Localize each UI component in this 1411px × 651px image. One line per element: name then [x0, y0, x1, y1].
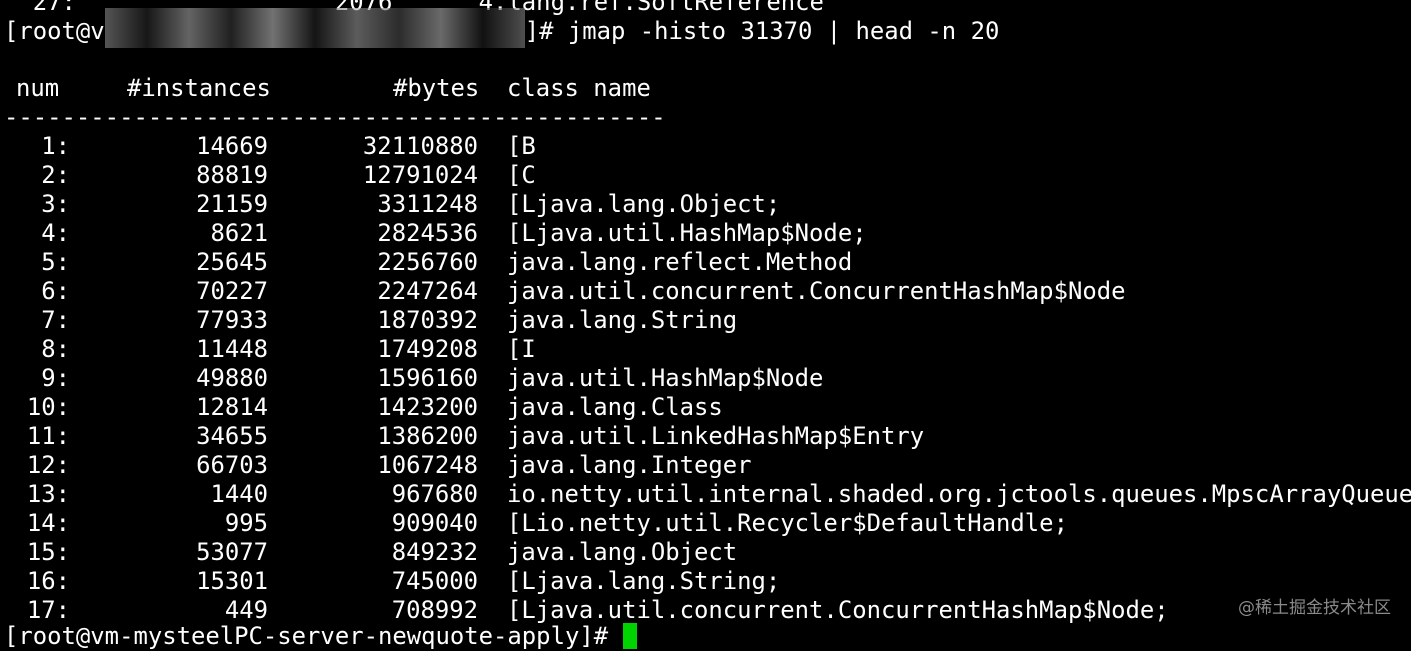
- row-num: 17:: [26, 596, 70, 624]
- row-bytes: 1067248: [377, 451, 478, 479]
- row-class-name: java.lang.reflect.Method: [507, 248, 853, 276]
- row-num: 16:: [26, 567, 70, 595]
- row-bytes: 2256760: [377, 248, 478, 276]
- row-instances: 12814: [196, 393, 268, 421]
- row-instances: 1440: [210, 480, 268, 508]
- row-class-name: [Lio.netty.util.Recycler$DefaultHandle;: [507, 509, 1068, 537]
- row-num: 4:: [41, 219, 70, 247]
- row-class-name: io.netty.util.internal.shaded.org.jctool…: [507, 480, 1411, 508]
- row-bytes: 2824536: [377, 219, 478, 247]
- row-instances: 70227: [196, 277, 268, 305]
- row-bytes: 708992: [391, 596, 478, 624]
- row-num: 5:: [41, 248, 70, 276]
- row-instances: 449: [224, 596, 268, 624]
- row-instances: 34655: [196, 422, 268, 450]
- row-instances: 49880: [196, 364, 268, 392]
- row-class-name: java.util.concurrent.ConcurrentHashMap$N…: [507, 277, 1126, 305]
- row-bytes: 1386200: [377, 422, 478, 450]
- separator-line: ----------------------------------------…: [4, 103, 666, 131]
- cursor-block: [622, 623, 637, 649]
- watermark-text: @稀土掘金技术社区: [1238, 598, 1391, 618]
- row-class-name: java.lang.Class: [507, 393, 723, 421]
- row-class-name: [B: [507, 132, 536, 160]
- command-line: [root@v ]# jmap -histo 31370 | head -n 20: [4, 8, 1000, 48]
- row-bytes: 1596160: [377, 364, 478, 392]
- row-bytes: 1423200: [377, 393, 478, 421]
- row-instances: 11448: [196, 335, 268, 363]
- row-instances: 53077: [196, 538, 268, 566]
- command-text: ]# jmap -histo 31370 | head -n 20: [524, 17, 1000, 45]
- row-bytes: 1870392: [377, 306, 478, 334]
- row-num: 1:: [41, 132, 70, 160]
- row-num: 11:: [26, 422, 70, 450]
- row-class-name: [Ljava.util.HashMap$Node;: [507, 219, 867, 247]
- row-instances: 77933: [196, 306, 268, 334]
- row-class-name: [I: [507, 335, 536, 363]
- row-class-name: [Ljava.util.concurrent.ConcurrentHashMap…: [507, 596, 1169, 624]
- row-instances: 25645: [196, 248, 268, 276]
- row-instances: 8621: [210, 219, 268, 247]
- row-class-name: java.util.LinkedHashMap$Entry: [507, 422, 925, 450]
- header-class-name: class name: [507, 74, 651, 102]
- row-bytes: 2247264: [377, 277, 478, 305]
- row-class-name: java.lang.Integer: [507, 451, 752, 479]
- row-class-name: java.lang.Object: [507, 538, 738, 566]
- row-class-name: [C: [507, 161, 536, 189]
- row-num: 8:: [41, 335, 70, 363]
- row-class-name: [Ljava.lang.String;: [507, 567, 781, 595]
- row-num: 14:: [26, 509, 70, 537]
- row-class-name: java.lang.String: [507, 306, 738, 334]
- row-num: 7:: [41, 306, 70, 334]
- row-bytes: 745000: [391, 567, 478, 595]
- row-bytes: 849232: [391, 538, 478, 566]
- row-num: 13:: [26, 480, 70, 508]
- row-num: 15:: [26, 538, 70, 566]
- row-num: 9:: [41, 364, 70, 392]
- row-instances: 21159: [196, 190, 268, 218]
- header-num: num: [16, 74, 60, 102]
- row-bytes: 3311248: [377, 190, 478, 218]
- shell-prompt[interactable]: [root@vm-mysteelPC-server-newquote-apply…: [4, 622, 637, 651]
- redacted-hostname: [104, 8, 525, 48]
- row-instances: 15301: [196, 567, 268, 595]
- header-instances: #instances: [127, 74, 271, 102]
- row-class-name: [Ljava.lang.Object;: [507, 190, 781, 218]
- row-instances: 88819: [196, 161, 268, 189]
- prompt-text: [root@vm-mysteelPC-server-newquote-apply…: [4, 622, 623, 650]
- row-num: 3:: [41, 190, 70, 218]
- header-bytes: #bytes: [393, 74, 480, 102]
- row-num: 6:: [41, 277, 70, 305]
- row-num: 12:: [26, 451, 70, 479]
- row-bytes: 12791024: [362, 161, 478, 189]
- terminal-window[interactable]: 27: 2076 4.lang.ref.SoftReference [root@…: [0, 0, 1411, 650]
- row-bytes: 967680: [391, 480, 478, 508]
- row-instances: 14669: [196, 132, 268, 160]
- row-instances: 66703: [196, 451, 268, 479]
- row-bytes: 1749208: [377, 335, 478, 363]
- row-class-name: java.util.HashMap$Node: [507, 364, 824, 392]
- row-instances: 995: [224, 509, 268, 537]
- row-num: 2:: [41, 161, 70, 189]
- row-num: 10:: [26, 393, 70, 421]
- row-bytes: 32110880: [362, 132, 478, 160]
- row-bytes: 909040: [391, 509, 478, 537]
- command-prefix: [root@v: [4, 17, 105, 45]
